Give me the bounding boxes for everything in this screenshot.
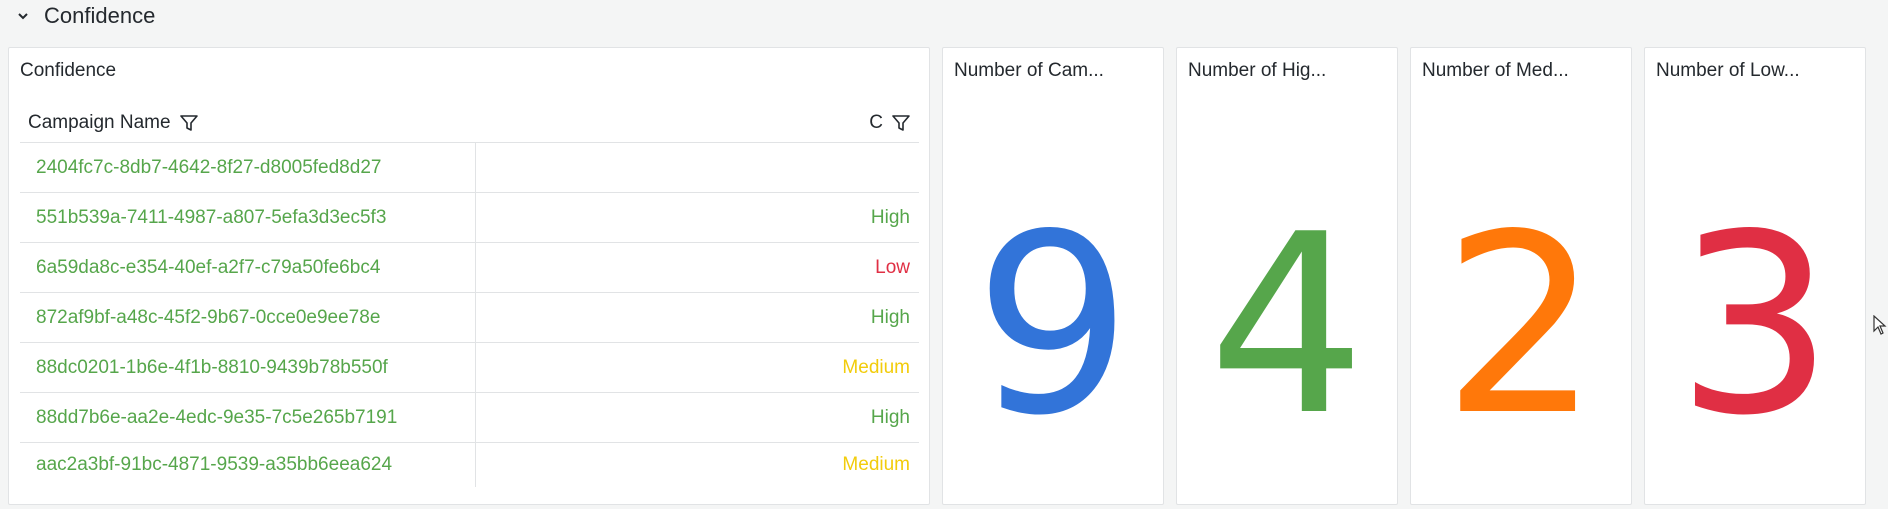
mouse-pointer-icon	[1873, 314, 1887, 335]
table-row[interactable]: 872af9bf-a48c-45f2-9b67-0cce0e9ee78e High	[20, 293, 919, 343]
panel-title: Confidence	[20, 60, 117, 81]
campaign-name-cell[interactable]: aac2a3bf-91bc-4871-9539-a35bb6eea624	[20, 443, 476, 487]
panel-title: Number of Med...	[1422, 60, 1569, 81]
panel-title: Number of Low...	[1656, 60, 1800, 81]
campaign-name-cell[interactable]: 6a59da8c-e354-40ef-a2f7-c79a50fe6bc4	[20, 243, 476, 292]
stat-value: 4	[1208, 182, 1366, 470]
confidence-cell	[476, 143, 919, 192]
confidence-cell: High	[870, 406, 910, 428]
stat-panel-campaigns: Number of Cam... 9	[942, 47, 1164, 505]
campaign-name-cell[interactable]: 551b539a-7411-4987-a807-5efa3d3ec5f3	[20, 193, 476, 242]
confidence-cell: Medium	[842, 454, 910, 475]
campaign-name-cell[interactable]: 872af9bf-a48c-45f2-9b67-0cce0e9ee78e	[20, 293, 476, 342]
stat-panel-low: Number of Low... 3	[1644, 47, 1866, 505]
stat-panel-high: Number of Hig... 4	[1176, 47, 1398, 505]
column-header-label: Campaign Name	[28, 111, 171, 133]
campaign-name-cell[interactable]: 88dc0201-1b6e-4f1b-8810-9439b78b550f	[20, 343, 476, 392]
table-header: Campaign Name C	[20, 103, 919, 143]
table-row[interactable]: aac2a3bf-91bc-4871-9539-a35bb6eea624 Medi…	[20, 443, 919, 487]
table-panel: Confidence Campaign Name C 2404fc7c-8db7…	[8, 47, 930, 505]
table-row[interactable]: 6a59da8c-e354-40ef-a2f7-c79a50fe6bc4 Low	[20, 243, 919, 293]
campaign-table: Campaign Name C 2404fc7c-8db7-4642-8f27-…	[20, 103, 919, 487]
column-header-label: C	[869, 111, 883, 133]
confidence-cell: Low	[875, 256, 910, 278]
campaign-name-cell[interactable]: 88dd7b6e-aa2e-4edc-9e35-7c5e265b7191	[20, 393, 476, 442]
row-header-confidence[interactable]: Confidence	[14, 0, 155, 32]
filter-icon[interactable]	[179, 113, 199, 133]
stat-panel-medium: Number of Med... 2	[1410, 47, 1632, 505]
table-row[interactable]: 551b539a-7411-4987-a807-5efa3d3ec5f3 High	[20, 193, 919, 243]
table-row[interactable]: 88dc0201-1b6e-4f1b-8810-9439b78b550f Medi…	[20, 343, 919, 393]
confidence-cell: Medium	[842, 356, 910, 378]
table-body: 2404fc7c-8db7-4642-8f27-d8005fed8d27 551b…	[20, 143, 919, 487]
campaign-name-cell[interactable]: 2404fc7c-8db7-4642-8f27-d8005fed8d27	[20, 143, 476, 192]
column-header-campaign-name[interactable]: Campaign Name	[28, 112, 199, 134]
table-row[interactable]: 2404fc7c-8db7-4642-8f27-d8005fed8d27	[20, 143, 919, 193]
panel-title: Number of Cam...	[954, 60, 1104, 81]
column-header-confidence[interactable]: C	[869, 112, 911, 134]
panel-title: Number of Hig...	[1188, 60, 1327, 81]
stat-value: 2	[1442, 182, 1600, 470]
confidence-cell: High	[870, 206, 910, 228]
row-title: Confidence	[44, 3, 156, 28]
stat-value: 3	[1676, 182, 1834, 470]
table-row[interactable]: 88dd7b6e-aa2e-4edc-9e35-7c5e265b7191 High	[20, 393, 919, 443]
chevron-down-icon[interactable]	[14, 7, 32, 25]
filter-icon[interactable]	[891, 113, 911, 133]
stat-value: 9	[974, 182, 1132, 470]
confidence-cell: High	[870, 306, 910, 328]
